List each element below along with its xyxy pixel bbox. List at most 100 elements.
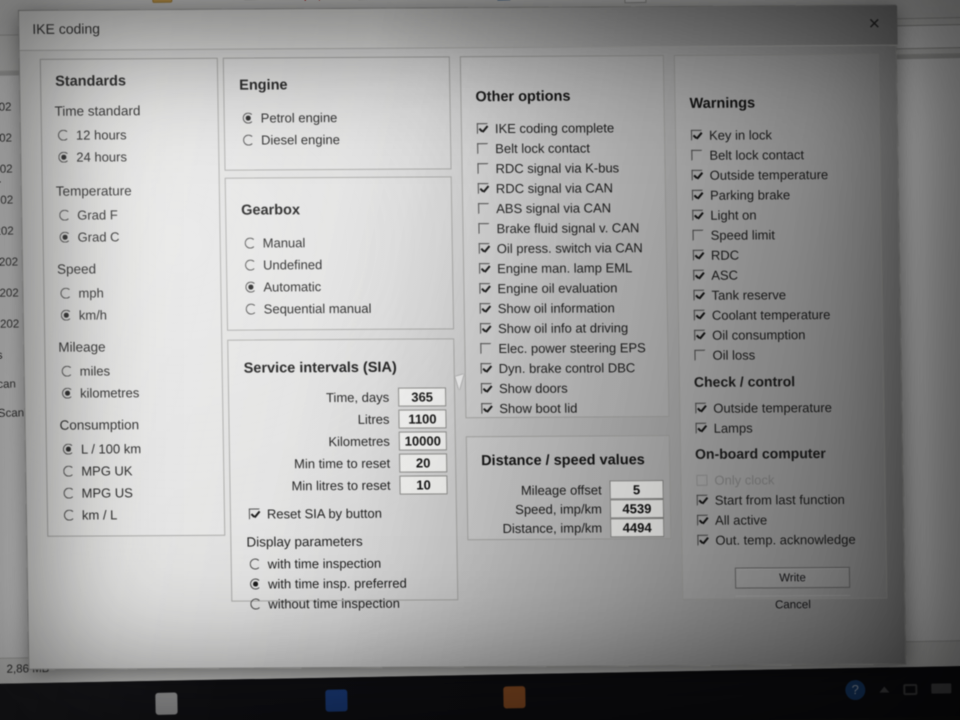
- radio-sequential-manual[interactable]: Sequential manual: [245, 301, 372, 317]
- taskbar-app-icon[interactable]: [503, 686, 526, 709]
- field-input[interactable]: 10000: [398, 431, 447, 451]
- checkbox-show-oil-information[interactable]: Show oil information: [479, 300, 615, 316]
- radio-mpg-uk[interactable]: MPG UK: [63, 463, 133, 479]
- ribbon-copy-to-button[interactable]: [229, 0, 260, 1]
- network-icon[interactable]: [903, 683, 918, 695]
- checkbox-ike-coding-complete[interactable]: IKE coding complete: [476, 120, 614, 136]
- write-button[interactable]: Write: [734, 566, 851, 589]
- checkbox-reset-sia-by-button[interactable]: Reset SIA by button: [248, 506, 382, 522]
- show-hidden-icons-icon[interactable]: [879, 686, 890, 693]
- field-input[interactable]: 10: [399, 475, 448, 495]
- checkbox-parking-brake[interactable]: Parking brake: [691, 187, 790, 203]
- checkbox-belt-lock-contact[interactable]: Belt lock contact: [477, 141, 590, 157]
- checkbox-rdc[interactable]: RDC: [692, 248, 739, 263]
- checkbox-abs-signal-via-can[interactable]: ABS signal via CAN: [478, 200, 611, 216]
- list-item[interactable]: 202: [0, 195, 13, 207]
- radio-kilometres[interactable]: kilometres: [61, 385, 139, 401]
- sia-field-min-litres-to-reset[interactable]: Min litres to reset 10: [238, 475, 448, 495]
- ribbon-easy-access-button[interactable]: [623, 0, 654, 4]
- ribbon-folder-icon-group[interactable]: [152, 0, 173, 3]
- close-icon[interactable]: ✕: [861, 13, 887, 37]
- radio-mph[interactable]: mph: [60, 285, 104, 301]
- checkbox-elec-power-steering-eps[interactable]: Elec. power steering EPS: [480, 340, 646, 356]
- checkbox-cc-lamps[interactable]: Lamps: [695, 421, 753, 436]
- checkbox-show-oil-info-at-driving[interactable]: Show oil info at driving: [479, 320, 628, 336]
- radio-diesel-engine[interactable]: Diesel engine: [242, 132, 340, 148]
- field-input[interactable]: 4494: [610, 518, 665, 538]
- field-input[interactable]: 5: [609, 480, 664, 500]
- checkbox-engine-man-lamp-eml[interactable]: Engine man. lamp EML: [479, 260, 632, 276]
- radio-with-time-inspection[interactable]: with time inspection: [249, 556, 381, 572]
- list-item[interactable]: 202: [0, 133, 12, 145]
- checkbox-rdc-signal-via-kbus[interactable]: RDC signal via K-bus: [477, 160, 619, 176]
- checkbox-out-temp-acknowledge[interactable]: Out. temp. acknowledge: [697, 532, 856, 548]
- field-input[interactable]: 1100: [398, 409, 447, 429]
- radio-undefined[interactable]: Undefined: [244, 257, 322, 272]
- list-item[interactable]: -202: [0, 318, 19, 330]
- radio-mpg-us[interactable]: MPG US: [63, 485, 133, 501]
- checkbox-light-on[interactable]: Light on: [692, 207, 757, 223]
- radio-12-hours[interactable]: 12 hours: [57, 127, 127, 143]
- checkbox-brake-fluid-signal-via-can[interactable]: Brake fluid signal v. CAN: [478, 220, 639, 236]
- radio-km-per-l[interactable]: km / L: [63, 507, 117, 523]
- field-mileage-offset[interactable]: Mileage offset 5: [473, 480, 664, 500]
- list-item[interactable]: 202: [0, 226, 14, 238]
- dialog-title-bar[interactable]: IKE coding ✕: [19, 5, 898, 51]
- radio-24-hours[interactable]: 24 hours: [58, 149, 127, 165]
- radio-automatic[interactable]: Automatic: [245, 279, 321, 294]
- radio-without-time-inspection[interactable]: without time inspection: [250, 596, 400, 612]
- ribbon-delete-button[interactable]: [301, 0, 323, 2]
- sia-field-min-time-to-reset[interactable]: Min time to reset 20: [238, 453, 448, 473]
- checkbox-icon-disabled: [696, 474, 708, 486]
- checkbox-icon: [692, 229, 704, 241]
- field-input[interactable]: 20: [399, 453, 448, 473]
- help-icon[interactable]: ?: [845, 679, 866, 701]
- radio-kmh[interactable]: km/h: [60, 307, 107, 323]
- system-tray[interactable]: ?: [845, 678, 952, 701]
- sia-field-litres[interactable]: Litres 1100: [237, 409, 447, 429]
- checkbox-key-in-lock[interactable]: Key in lock: [690, 127, 772, 143]
- checkbox-show-boot-lid[interactable]: Show boot lid: [481, 401, 578, 417]
- sia-field-kilometres[interactable]: Kilometres 10000: [238, 431, 447, 451]
- checkbox-warn-belt-lock-contact[interactable]: Belt lock contact: [691, 147, 804, 163]
- cancel-button[interactable]: Cancel: [735, 595, 850, 617]
- checkbox-cc-outside-temperature[interactable]: Outside temperature: [695, 400, 832, 416]
- radio-grad-f[interactable]: Grad F: [59, 207, 118, 223]
- field-distance-imp-km[interactable]: Distance, imp/km 4494: [474, 518, 665, 538]
- checkbox-dyn-brake-control-dbc[interactable]: Dyn. brake control DBC: [480, 360, 635, 376]
- checkbox-start-from-last-function[interactable]: Start from last function: [696, 492, 845, 508]
- list-item[interactable]: Scan: [0, 407, 24, 420]
- checkbox-coolant-temperature[interactable]: Coolant temperature: [693, 307, 831, 323]
- checkbox-tank-reserve[interactable]: Tank reserve: [693, 287, 786, 303]
- nav-pane-chevron-icon[interactable]: ›: [0, 176, 1, 188]
- radio-manual[interactable]: Manual: [244, 235, 305, 250]
- checkbox-warn-outside-temperature[interactable]: Outside temperature: [691, 167, 828, 183]
- list-item[interactable]: 202: [0, 102, 12, 114]
- checkbox-oil-consumption[interactable]: Oil consumption: [694, 327, 806, 343]
- field-input[interactable]: 4539: [609, 499, 665, 519]
- list-item[interactable]: -202: [0, 256, 18, 268]
- field-input[interactable]: 365: [397, 387, 447, 407]
- list-item[interactable]: -202: [0, 287, 19, 299]
- list-item[interactable]: can: [0, 379, 16, 391]
- list-item[interactable]: s: [0, 350, 3, 362]
- checkbox-oil-press-switch-via-can[interactable]: Oil press. switch via CAN: [478, 240, 643, 256]
- radio-miles[interactable]: miles: [61, 363, 110, 379]
- radio-with-time-insp-preferred[interactable]: with time insp. preferred: [249, 576, 407, 592]
- sia-field-time-days[interactable]: Time, days 365: [237, 387, 447, 407]
- checkbox-asc[interactable]: ASC: [693, 268, 738, 283]
- checkbox-all-active[interactable]: All active: [697, 512, 767, 528]
- checkbox-oil-loss[interactable]: Oil loss: [694, 347, 755, 363]
- checkbox-speed-limit[interactable]: Speed limit: [692, 227, 775, 243]
- list-item[interactable]: 202: [0, 164, 13, 176]
- battery-icon[interactable]: [931, 683, 952, 694]
- radio-l-100km[interactable]: L / 100 km: [62, 441, 141, 457]
- taskbar-app-icon[interactable]: [155, 692, 178, 715]
- checkbox-show-doors[interactable]: Show doors: [480, 381, 568, 397]
- field-speed-imp-km[interactable]: Speed, imp/km 4539: [474, 499, 665, 519]
- radio-petrol-engine[interactable]: Petrol engine: [242, 110, 337, 126]
- checkbox-rdc-signal-via-can[interactable]: RDC signal via CAN: [477, 180, 613, 196]
- taskbar-app-icon[interactable]: [325, 689, 348, 712]
- radio-grad-c[interactable]: Grad C: [59, 229, 120, 245]
- checkbox-engine-oil-evaluation[interactable]: Engine oil evaluation: [479, 280, 618, 296]
